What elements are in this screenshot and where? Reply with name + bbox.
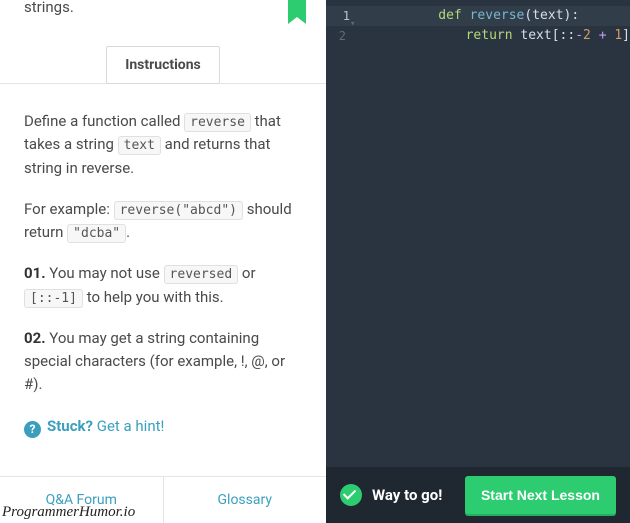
instructions-body: Define a function called reverse that ta… — [0, 83, 326, 476]
rule-number: 02. — [24, 329, 46, 347]
glossary-tab[interactable]: Glossary — [164, 477, 327, 523]
check-icon — [340, 484, 362, 506]
instruction-rule: 01. You may not use reversed or [::-1] t… — [24, 262, 302, 309]
instructions-tab[interactable]: Instructions — [106, 46, 220, 84]
code-token: reverse — [184, 113, 251, 132]
bookmark-icon[interactable] — [286, 0, 308, 32]
code-token: text — [118, 136, 161, 155]
code-token: [::-1] — [24, 289, 83, 308]
hint-stuck-label: Stuck? — [47, 417, 93, 435]
code-token: "dcba" — [67, 224, 126, 243]
start-next-lesson-button[interactable]: Start Next Lesson — [465, 476, 616, 514]
fold-icon[interactable]: ▾ — [350, 14, 355, 34]
code-editor-panel: 1 ▾ def reverse(text): 2 return text[::-… — [326, 0, 630, 523]
code-token: reverse("abcd") — [114, 201, 243, 220]
status-bar: Way to go! Start Next Lesson — [326, 467, 630, 523]
intro-text-fragment: strings. — [24, 0, 74, 16]
code-line[interactable]: 2 return text[::-2 + 1] — [326, 26, 630, 46]
lesson-intro-fragment: strings. — [0, 0, 326, 39]
instruction-paragraph: For example: reverse("abcd") should retu… — [24, 198, 302, 245]
instruction-paragraph: Define a function called reverse that ta… — [24, 110, 302, 180]
rule-number: 01. — [24, 264, 46, 282]
instructions-panel: strings. Instructions Define a function … — [0, 0, 326, 523]
watermark-text: ProgrammerHumor.io — [2, 504, 135, 521]
code-editor[interactable]: 1 ▾ def reverse(text): 2 return text[::-… — [326, 6, 630, 46]
status-text: Way to go! — [372, 486, 442, 504]
status-message: Way to go! — [340, 484, 442, 506]
hint-link[interactable]: ? Stuck? Get a hint! — [24, 415, 302, 438]
code-token: reversed — [164, 265, 239, 284]
hint-cta-label: Get a hint! — [93, 417, 164, 435]
instruction-rule: 02. You may get a string containing spec… — [24, 327, 302, 397]
question-icon: ? — [24, 421, 41, 438]
instructions-tab-row: Instructions — [0, 45, 326, 83]
